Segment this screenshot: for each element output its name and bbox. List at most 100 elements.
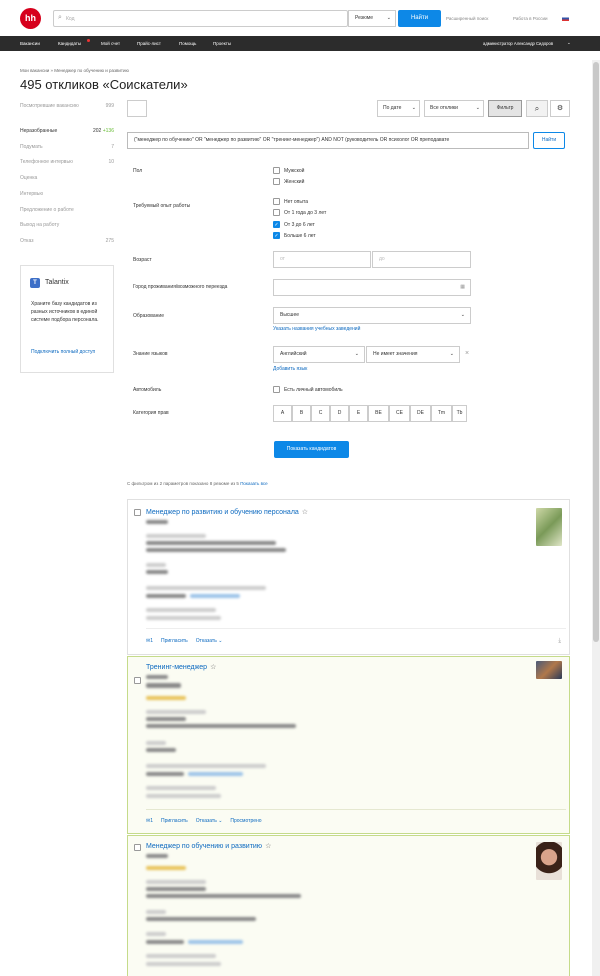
- top-header: hh ⌕ Код Резюме ⌄ Найти Расширенный поиск…: [0, 0, 600, 36]
- education-select[interactable]: Высшее ⌄: [273, 307, 471, 324]
- nav-item-help[interactable]: Помощь: [179, 41, 196, 46]
- region-link[interactable]: Работа в России: [513, 16, 548, 21]
- license-be[interactable]: BE: [368, 405, 389, 422]
- remove-language-icon[interactable]: ×: [465, 350, 469, 357]
- search-type-select[interactable]: Резюме ⌄: [348, 10, 396, 27]
- blurred-link: [188, 772, 243, 776]
- license-de[interactable]: DE: [410, 405, 431, 422]
- sidebar-item-assessment[interactable]: Оценка: [20, 175, 114, 181]
- query-input[interactable]: ("менеджер по обучению" OR "менеджер по …: [127, 132, 529, 149]
- license-b[interactable]: B: [292, 405, 311, 422]
- show-all-link[interactable]: Показать все: [240, 481, 267, 486]
- card-checkbox[interactable]: [134, 677, 141, 684]
- nav-item-vacancies[interactable]: Вакансии: [20, 41, 40, 46]
- city-label: Город проживания/возможного переезда: [133, 284, 228, 290]
- add-language-link[interactable]: Добавить язык: [273, 366, 307, 372]
- resume-title-link[interactable]: Менеджер по обучению и развитию ☆: [146, 842, 271, 850]
- resume-card[interactable]: Тренинг-менеджер ☆ ✉1 Пригласить Отказать ⌄…: [127, 656, 570, 834]
- gender-male-checkbox[interactable]: [273, 167, 280, 174]
- talantix-link[interactable]: Подключить полный доступ: [31, 348, 109, 356]
- card-checkbox[interactable]: [134, 844, 141, 851]
- user-menu[interactable]: администратор Александр Сидоров: [483, 41, 553, 46]
- exp-3-6-checkbox[interactable]: ✓: [273, 221, 280, 228]
- exp-1-3-label: От 1 года до 3 лет: [284, 210, 327, 216]
- sidebar-item-phone-interview[interactable]: Телефонное интервью 10: [20, 159, 114, 165]
- car-option-label: Есть личный автомобиль: [284, 387, 343, 393]
- hh-logo[interactable]: hh: [20, 8, 41, 29]
- exp-6-plus-checkbox[interactable]: ✓: [273, 232, 280, 239]
- city-input[interactable]: ▦: [273, 279, 471, 296]
- star-icon[interactable]: ☆: [210, 664, 216, 671]
- age-from-input[interactable]: от: [273, 251, 371, 268]
- select-all-box[interactable]: [127, 100, 147, 117]
- scrollbar[interactable]: [592, 60, 600, 976]
- nav-item-projects[interactable]: Проекты: [213, 41, 231, 46]
- sidebar-item-unsorted[interactable]: Неразобранные 202 +136: [20, 128, 114, 134]
- age-to-input[interactable]: до: [372, 251, 471, 268]
- sidebar-item-onboarding[interactable]: Выход на работу: [20, 222, 114, 228]
- language-level-select[interactable]: Не имеет значения ⌄: [366, 346, 460, 363]
- sidebar-item-offer[interactable]: Предложение о работе: [20, 207, 114, 213]
- search-button[interactable]: Найти: [398, 10, 441, 27]
- advanced-search-link[interactable]: Расширенный поиск: [446, 16, 488, 21]
- reject-button[interactable]: Отказать ⌄: [196, 638, 223, 644]
- filter-button[interactable]: Фильтр: [488, 100, 522, 117]
- car-checkbox[interactable]: [273, 386, 280, 393]
- breadcrumb[interactable]: Мои вакансии » Менеджер по обучению и ра…: [20, 68, 129, 73]
- invite-button[interactable]: Пригласить: [161, 818, 188, 824]
- license-d[interactable]: D: [330, 405, 349, 422]
- flag-icon: [562, 16, 569, 21]
- sidebar-item-think[interactable]: Подумать 7: [20, 144, 114, 150]
- resume-title-link[interactable]: Тренинг-менеджер ☆: [146, 663, 216, 671]
- settings-button[interactable]: ⚙: [550, 100, 570, 117]
- gender-female-checkbox[interactable]: [273, 178, 280, 185]
- sort-select[interactable]: По дате ⌄: [377, 100, 420, 117]
- resume-card[interactable]: Менеджер по развитию и обучению персонал…: [127, 499, 570, 655]
- license-e[interactable]: E: [349, 405, 368, 422]
- search-button-toolbar[interactable]: ⌕: [526, 100, 548, 117]
- search-input[interactable]: ⌕ Код: [53, 10, 348, 27]
- sidebar-item-interview[interactable]: Интервью: [20, 191, 114, 197]
- candidate-photo[interactable]: [536, 661, 562, 679]
- search-icon: ⌕: [534, 104, 540, 113]
- blurred-text: [146, 932, 166, 936]
- blurred-text: [146, 917, 256, 921]
- mail-icon[interactable]: ✉1: [146, 818, 153, 824]
- license-c[interactable]: C: [311, 405, 330, 422]
- card-checkbox[interactable]: [134, 509, 141, 516]
- sidebar-item-rejected[interactable]: Отказ 275: [20, 238, 114, 244]
- star-icon[interactable]: ☆: [302, 509, 308, 516]
- languages-label: Знание языков: [133, 351, 168, 357]
- license-label: Категория прав: [133, 410, 169, 416]
- star-icon[interactable]: ☆: [265, 843, 271, 850]
- responses-filter-select[interactable]: Все отклики ⌄: [424, 100, 484, 117]
- license-tm[interactable]: Tm: [431, 405, 452, 422]
- license-a[interactable]: A: [273, 405, 292, 422]
- resume-title-link[interactable]: Менеджер по развитию и обучению персонал…: [146, 508, 308, 516]
- nav-item-pricelist[interactable]: Прайс-лист: [137, 41, 161, 46]
- license-tb[interactable]: Tb: [452, 405, 467, 422]
- exp-1-3-checkbox[interactable]: [273, 209, 280, 216]
- scrollbar-thumb[interactable]: [593, 62, 599, 642]
- age-label: Возраст: [133, 257, 152, 263]
- candidate-photo[interactable]: [536, 508, 562, 546]
- main-nav: Вакансии Кандидаты Мой счет Прайс-лист П…: [0, 36, 600, 51]
- sidebar-item-viewed[interactable]: Посмотревшие вакансию 999: [20, 102, 114, 110]
- exp-none-checkbox[interactable]: [273, 198, 280, 205]
- nav-item-account[interactable]: Мой счет: [101, 41, 120, 46]
- mail-icon[interactable]: ✉1: [146, 638, 153, 644]
- language-select[interactable]: Английский ⌄: [273, 346, 365, 363]
- license-ce[interactable]: CE: [389, 405, 410, 422]
- page-title: 495 откликов «Соискатели»: [20, 77, 188, 92]
- query-find-button[interactable]: Найти: [533, 132, 565, 149]
- reject-button[interactable]: Отказать ⌄: [196, 818, 223, 824]
- blurred-text: [146, 534, 206, 538]
- nav-item-candidates[interactable]: Кандидаты: [58, 41, 81, 46]
- education-institutions-link[interactable]: Указать названия учебных заведений: [273, 326, 360, 332]
- invite-button[interactable]: Пригласить: [161, 638, 188, 644]
- download-icon[interactable]: ⤓: [558, 638, 561, 645]
- resume-card[interactable]: Менеджер по обучению и развитию ☆: [127, 835, 570, 976]
- blurred-text: [146, 608, 216, 612]
- candidate-photo[interactable]: [536, 842, 562, 880]
- show-candidates-button[interactable]: Показать кандидатов: [274, 441, 349, 458]
